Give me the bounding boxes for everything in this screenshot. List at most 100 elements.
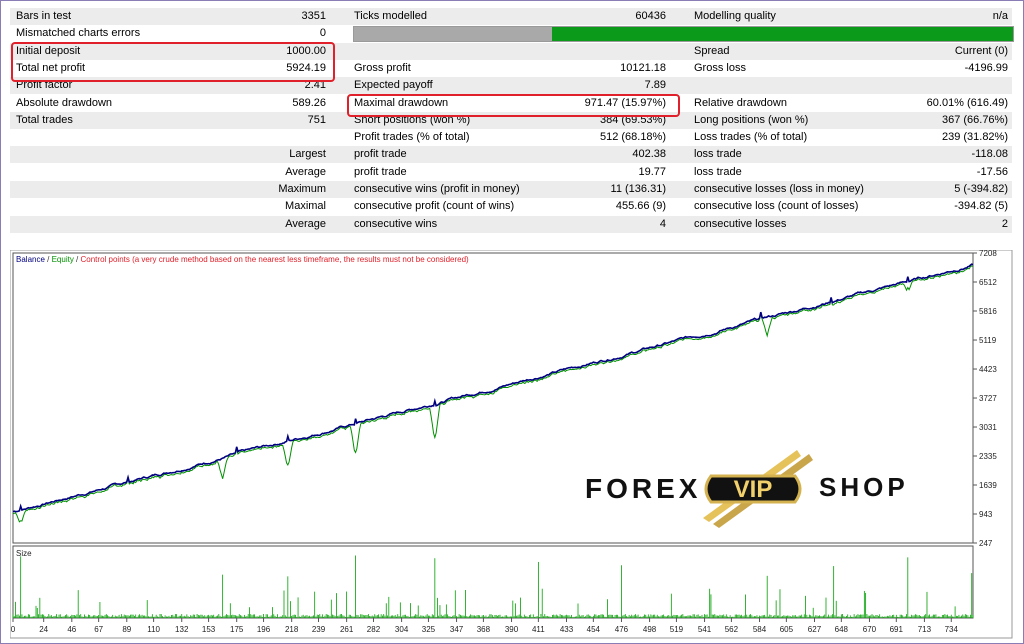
- legend-control-points: Control points (a very crude method base…: [81, 255, 470, 264]
- x-tick-label: 46: [67, 625, 76, 634]
- x-tick-label: 648: [835, 625, 849, 634]
- x-tick-label: 562: [725, 625, 739, 634]
- report-cell-value: -394.82 (5): [954, 200, 1008, 213]
- report-cell-value: 60.01% (616.49): [926, 96, 1008, 109]
- report-cell-value: 10121.18: [620, 61, 666, 74]
- x-tick-label: 0: [11, 625, 16, 634]
- report-cell-value: [914, 77, 1008, 94]
- report-cell-value: 2: [1001, 217, 1008, 230]
- logo-graphic: FOREX VIP SHOP: [585, 450, 905, 528]
- y-tick-label: 2335: [979, 452, 997, 461]
- report-cell-value: 402.38: [632, 148, 666, 161]
- legend-separator: /: [45, 255, 52, 264]
- report-cell-label: [16, 129, 216, 146]
- report-cell-value: -118.08: [971, 148, 1009, 161]
- balance-chart: 7208 6512 5816 5119 4423 3727 3031 2335 1639 943 2…: [9, 249, 1014, 640]
- report-row: Average consecutive wins 4 consecutive loss…: [10, 215, 1012, 233]
- report-cell-value: 3351: [301, 10, 326, 22]
- x-tick-label: 476: [615, 625, 629, 634]
- report-cell-label: Gross profit: [354, 61, 411, 74]
- report-cell-label: loss trade: [694, 148, 742, 161]
- report-cell-label: Bars in test: [16, 10, 72, 22]
- chart-canvas: 7208 6512 5816 5119 4423 3727 3031 2335 1639 943 2…: [9, 249, 1013, 639]
- report-cell-value: 367 (66.76%): [941, 113, 1008, 126]
- y-tick-label: 4423: [979, 365, 997, 374]
- report-cell-label: [354, 43, 584, 60]
- report-cell-label: consecutive wins (profit in money): [354, 183, 520, 195]
- legend-separator: /: [74, 255, 81, 264]
- report-cell-label: consecutive wins: [354, 217, 438, 230]
- y-tick-label: 5816: [979, 307, 997, 316]
- legend-equity: Equity: [52, 255, 74, 264]
- x-tick-label: 454: [587, 625, 601, 634]
- x-tick-label: 153: [202, 625, 216, 634]
- report-cell-value: 751: [307, 113, 326, 126]
- report-cell-value: Current (0): [954, 44, 1008, 57]
- forex-vip-shop-logo: FOREX VIP SHOP: [583, 448, 913, 530]
- report-cell-label: profit trade: [354, 165, 407, 178]
- report-cell-value: 19.77: [638, 165, 666, 178]
- x-tick-label: 132: [175, 625, 189, 634]
- y-tick-label: 6512: [979, 278, 997, 287]
- modelling-quality-bar: [353, 26, 1014, 42]
- x-tick-label: 433: [560, 625, 574, 634]
- report-cell-label: consecutive losses: [694, 217, 787, 230]
- report-cell-label: Relative drawdown: [694, 96, 787, 109]
- report-cell-label: Spread: [694, 44, 730, 57]
- x-tick-label: 691: [890, 625, 904, 634]
- x-tick-label: 282: [367, 625, 381, 634]
- y-tick-label: 7208: [979, 250, 997, 258]
- y-tick-label: 3727: [979, 394, 997, 403]
- report-row: Profit trades (% of total) 512 (68.18%) Lo…: [10, 129, 1012, 146]
- report-row: Largest profit trade 402.38 loss trade -118.…: [10, 146, 1012, 164]
- report-cell-label: Maximum: [278, 183, 326, 195]
- y-tick-label: 943: [979, 510, 993, 519]
- report-cell-label: consecutive loss (count of losses): [694, 200, 859, 213]
- x-tick-label: 519: [670, 625, 684, 634]
- report-cell-label: Loss trades (% of total): [694, 131, 808, 144]
- logo-text-vip: VIP: [734, 476, 773, 503]
- report-row: Bars in test 3351 Ticks modelled 60436 Model…: [10, 8, 1012, 25]
- logo-text-forex: FOREX: [585, 473, 701, 504]
- report-cell-value: -4196.99: [964, 61, 1008, 74]
- x-tick-label: 627: [808, 625, 822, 634]
- x-tick-label: 325: [422, 625, 436, 634]
- y-tick-label: 3031: [979, 423, 997, 432]
- report-cell-value: [584, 43, 666, 60]
- x-tick-label: 239: [312, 625, 326, 634]
- x-tick-label: 541: [698, 625, 712, 634]
- x-tick-label: 304: [395, 625, 409, 634]
- x-tick-label: 498: [643, 625, 657, 634]
- report-row: Average profit trade 19.77 loss trade -17.56: [10, 164, 1012, 181]
- x-tick-label: 605: [780, 625, 794, 634]
- report-cell-value: 455.66 (9): [615, 200, 666, 213]
- x-tick-label: 713: [918, 625, 932, 634]
- size-panel-label: Size: [16, 549, 32, 558]
- report-cell-value: [216, 129, 326, 146]
- report-row: Maximum consecutive wins (profit in money…: [10, 181, 1012, 198]
- report-cell-value: 0: [319, 27, 326, 40]
- report-cell-label: Absolute drawdown: [16, 96, 113, 109]
- report-cell-value: 239 (31.82%): [941, 131, 1008, 144]
- report-cell-label: Maximal: [285, 200, 326, 213]
- x-tick-label: 390: [505, 625, 519, 634]
- report-cell-label: Total trades: [16, 113, 73, 126]
- quality-bar-gray: [354, 27, 552, 41]
- report-row: Maximal consecutive profit (count of wins…: [10, 198, 1012, 215]
- chart-legend: Balance / Equity / Control points (a ver…: [16, 255, 469, 264]
- x-tick-label: 89: [122, 625, 131, 634]
- report-cell-label: Modelling quality: [694, 10, 776, 22]
- report-cell-label: consecutive losses (loss in money): [694, 183, 864, 195]
- report-cell-value: 7.89: [644, 79, 666, 92]
- y-tick-label: 1639: [979, 481, 997, 490]
- report-cell-value: -17.56: [976, 165, 1008, 178]
- report-cell-label: Ticks modelled: [354, 10, 427, 22]
- report-cell-label: [694, 77, 914, 94]
- legend-balance: Balance: [16, 255, 45, 264]
- report-cell-value: 5 (-394.82): [954, 183, 1008, 195]
- highlight-deposit-profit: [11, 42, 335, 82]
- report-cell-label: profit trade: [354, 148, 407, 161]
- report-cell-label: Largest: [289, 148, 326, 161]
- x-tick-label: 261: [340, 625, 354, 634]
- report-cell-label: Expected payoff: [354, 79, 433, 92]
